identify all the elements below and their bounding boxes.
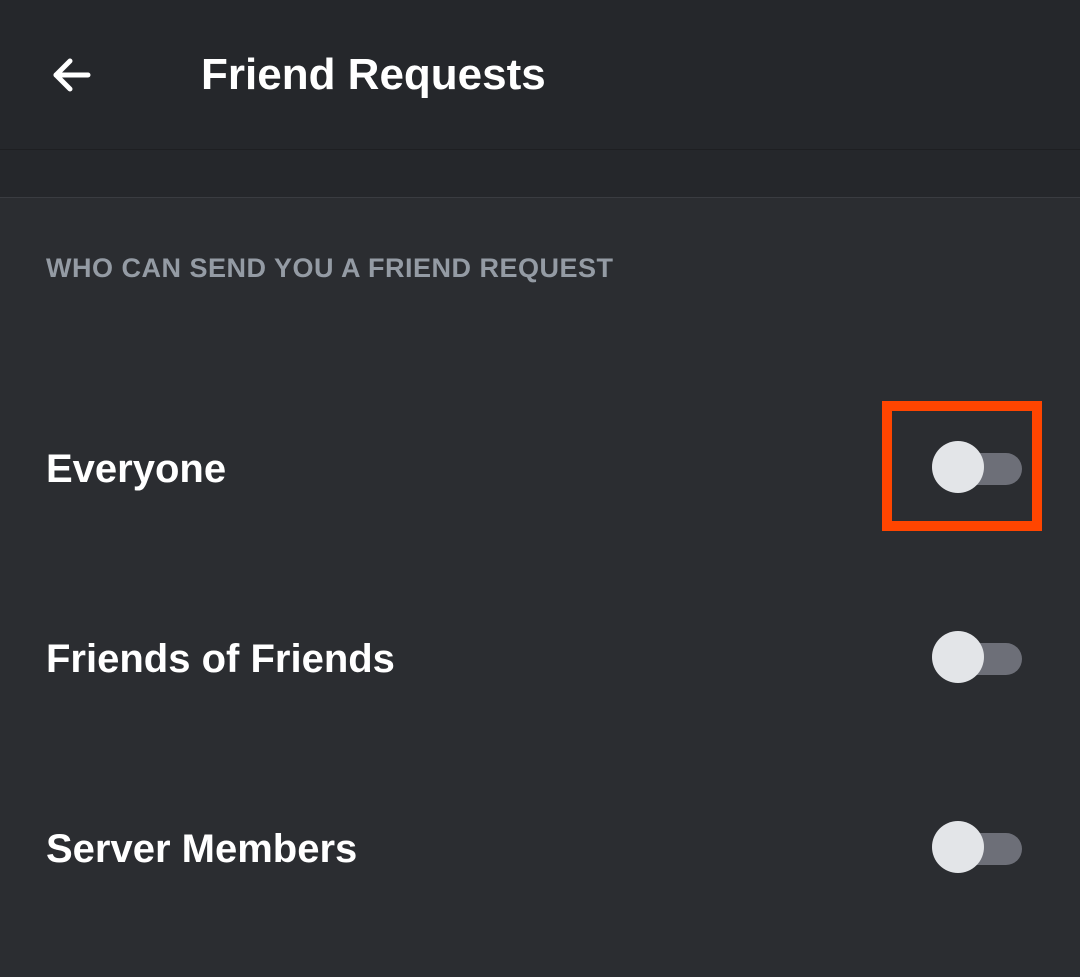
toggle-friends-of-friends[interactable] (932, 639, 1022, 679)
setting-label: Everyone (46, 447, 226, 492)
setting-row-friends-of-friends: Friends of Friends (46, 564, 1034, 754)
toggle-knob (932, 631, 984, 683)
toggle-container (920, 829, 1034, 869)
setting-label: Friends of Friends (46, 637, 395, 682)
toggle-everyone[interactable] (932, 449, 1022, 489)
page-title: Friend Requests (201, 50, 546, 100)
toggle-knob (932, 821, 984, 873)
header: Friend Requests (0, 0, 1080, 150)
back-button[interactable] (48, 51, 96, 99)
header-spacer (0, 150, 1080, 198)
toggle-server-members[interactable] (932, 829, 1022, 869)
arrow-left-icon (48, 51, 96, 99)
toggle-container (920, 639, 1034, 679)
setting-label: Server Members (46, 827, 357, 872)
setting-row-server-members: Server Members (46, 754, 1034, 944)
content: WHO CAN SEND YOU A FRIEND REQUEST Everyo… (0, 198, 1080, 944)
setting-row-everyone: Everyone (46, 374, 1034, 564)
toggle-knob (932, 441, 984, 493)
section-header: WHO CAN SEND YOU A FRIEND REQUEST (46, 253, 1034, 284)
toggle-container (920, 449, 1034, 489)
